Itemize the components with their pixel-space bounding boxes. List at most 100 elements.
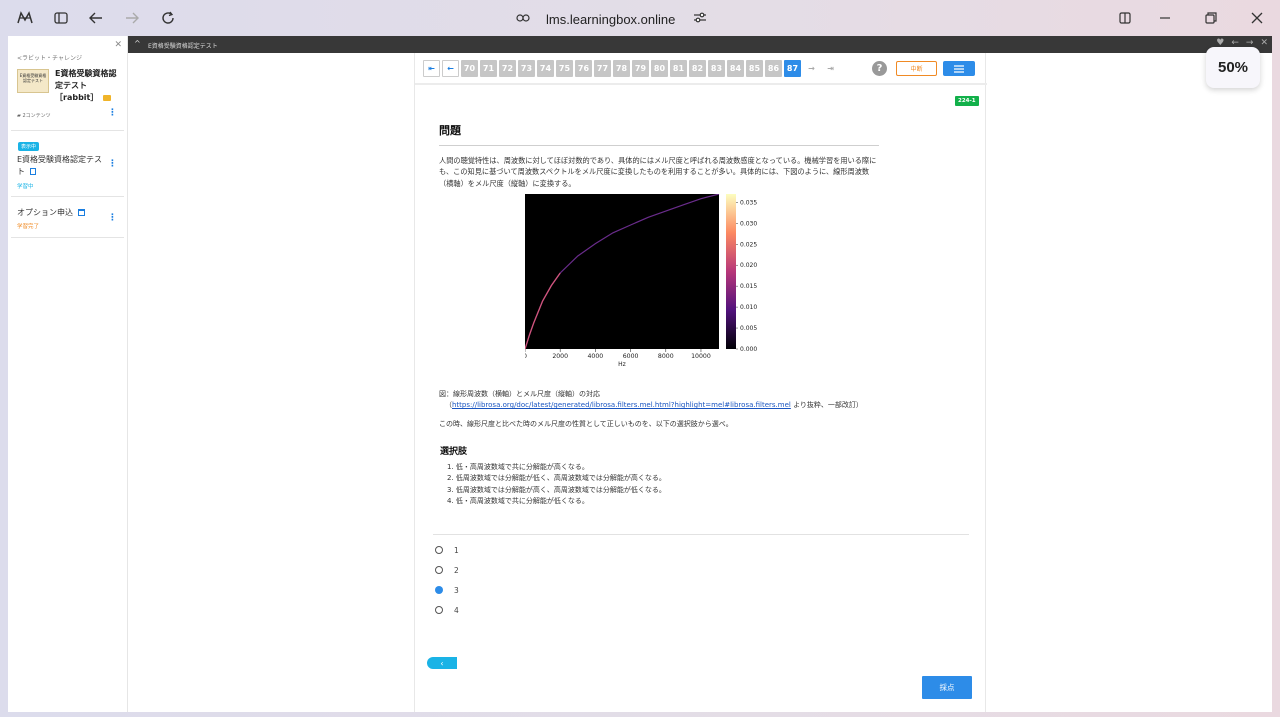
sidebar-toggle-icon[interactable] [51,8,71,28]
page-button-81[interactable]: 81 [670,60,687,77]
split-view-icon[interactable] [1115,8,1135,28]
page-button-85[interactable]: 85 [746,60,763,77]
course-thumbnail: E資格受験資格認定テスト [17,69,49,93]
radio-button[interactable] [435,546,443,554]
collapse-icon[interactable]: ^ [134,39,141,48]
page-button-77[interactable]: 77 [594,60,611,77]
first-page-button[interactable]: ⇤ [423,60,440,77]
x-tick-label: 10000 [691,353,711,360]
sidebar-item-test[interactable]: E資格受験資格認定テスト [17,154,107,178]
close-window-icon[interactable] [1247,8,1267,28]
radio-button-selected[interactable] [435,586,443,594]
page-button-79[interactable]: 79 [632,60,649,77]
content-title: E資格受験資格認定テスト [148,43,218,50]
quiz-panel: ⇤ ← 70 71 72 73 74 75 76 77 78 79 80 81 82 83 84 85 86 87… [414,53,987,712]
help-button[interactable]: ? [872,61,887,76]
divider [11,196,124,197]
page-button-82[interactable]: 82 [689,60,706,77]
item-menu-icon[interactable]: ⋮ [108,159,117,169]
main-content: ⇤ ← 70 71 72 73 74 75 76 77 78 79 80 81 82 83 84 85 86 87… [128,53,1272,712]
sidebar-item-option[interactable]: オプション申込 [17,207,107,219]
close-sidebar-icon[interactable]: ✕ [114,40,122,50]
choices-heading: 選択肢 [440,447,468,457]
page-button-71[interactable]: 71 [480,60,497,77]
hamburger-icon [954,64,964,73]
menu-button[interactable] [943,61,975,76]
status-complete: 学習完了 [17,224,40,230]
calendar-icon [77,209,85,216]
browser-logo-icon[interactable] [15,8,35,28]
course-sidebar: ✕ <ラビット・チャレンジ E資格受験資格認定テスト E資格受験資格認定テスト［… [8,36,128,712]
page-button-78[interactable]: 78 [613,60,630,77]
link-icon [516,12,530,27]
grade-button[interactable]: 採点 [922,676,972,699]
x-tick-label: 8000 [658,353,674,360]
page-button-83[interactable]: 83 [708,60,725,77]
answer-option-4[interactable]: 4 [435,604,459,616]
page-button-76[interactable]: 76 [575,60,592,77]
instruction-text: この時、線形尺度と比べた時のメル尺度の性質として正しいものを、以下の選択肢から選… [439,420,733,428]
restore-icon[interactable] [1201,8,1221,28]
item-menu-icon[interactable]: ⋮ [108,213,117,223]
back-button[interactable]: ‹ [427,657,457,669]
divider [11,130,124,131]
page-button-74[interactable]: 74 [537,60,554,77]
back-arrow-icon[interactable] [86,8,106,28]
choice-item: 1. 低・高周波数域で共に分解能が高くなる。 [447,463,589,471]
last-page-button[interactable]: ⇥ [822,60,839,77]
folder-icon [103,94,112,101]
colorbar-tick-label: 0.000 [740,346,757,353]
x-tick-label: 6000 [623,353,639,360]
x-tick-label: 2000 [552,353,568,360]
divider [11,237,124,238]
colorbar-tick-label: 0.035 [740,199,757,206]
breadcrumb[interactable]: <ラビット・チャレンジ [17,53,82,62]
suspend-button[interactable]: 中断 [896,61,937,76]
colorbar-tick-label: 0.030 [740,220,757,227]
colorbar-tick-label: 0.020 [740,262,757,269]
radio-button[interactable] [435,606,443,614]
colorbar-tick-label: 0.015 [740,283,757,290]
prev-page-button[interactable]: ← [442,60,459,77]
forward-arrow-icon[interactable] [122,8,142,28]
zoom-indicator: 50% [1206,47,1260,88]
x-tick-label: 4000 [588,353,604,360]
content-count: ▰ 2コンテンツ [17,113,51,119]
reload-icon[interactable] [158,8,178,28]
url-text[interactable]: lms.learningbox.online [546,12,675,27]
heading-rule [439,145,879,146]
address-bar[interactable]: lms.learningbox.online [516,8,707,30]
page-button-73[interactable]: 73 [518,60,535,77]
document-icon [29,168,36,175]
answer-option-1[interactable]: 1 [435,544,459,556]
page-button-80[interactable]: 80 [651,60,668,77]
content-header: ^ E資格受験資格認定テスト ♥ ← → ✕ [128,36,1272,53]
question-nav: ⇤ ← 70 71 72 73 74 75 76 77 78 79 80 81 82 83 84 85 86 87… [423,60,839,77]
source-link[interactable]: https://librosa.org/doc/latest/generated… [452,401,791,409]
answer-option-3[interactable]: 3 [435,584,459,596]
course-menu-icon[interactable]: ⋮ [108,108,117,118]
question-heading: 問題 [439,124,461,137]
minimize-icon[interactable] [1155,8,1175,28]
site-settings-icon[interactable] [693,11,707,27]
colorbar-tick-label: 0.005 [740,325,757,332]
radio-button[interactable] [435,566,443,574]
page-button-70[interactable]: 70 [461,60,478,77]
page-button-87[interactable]: 87 [784,60,801,77]
page-button-75[interactable]: 75 [556,60,573,77]
page-button-86[interactable]: 86 [765,60,782,77]
colorbar-tick-label: 0.010 [740,304,757,311]
close-content-icon[interactable]: ✕ [1260,38,1268,48]
plot-area [525,194,719,349]
x-tick-label: 0 [525,353,527,360]
x-axis-label: Hz [618,361,626,368]
choice-item: 2. 低周波数域では分解能が低く、高周波数域では分解能が高くなる。 [447,474,666,483]
page-button-84[interactable]: 84 [727,60,744,77]
choices-list: 1. 低・高周波数域で共に分解能が高くなる。 2. 低周波数域では分解能が低く、… [447,462,666,507]
figure-caption: 図：線形周波数（横軸）とメル尺度（縦軸）の対応 [439,390,600,398]
course-title: E資格受験資格認定テスト［rabbit］ [55,69,117,102]
page-button-72[interactable]: 72 [499,60,516,77]
next-page-button[interactable]: → [803,60,820,77]
answer-option-2[interactable]: 2 [435,564,459,576]
choice-item: 4. 低・高周波数域で共に分解能が低くなる。 [447,496,589,505]
